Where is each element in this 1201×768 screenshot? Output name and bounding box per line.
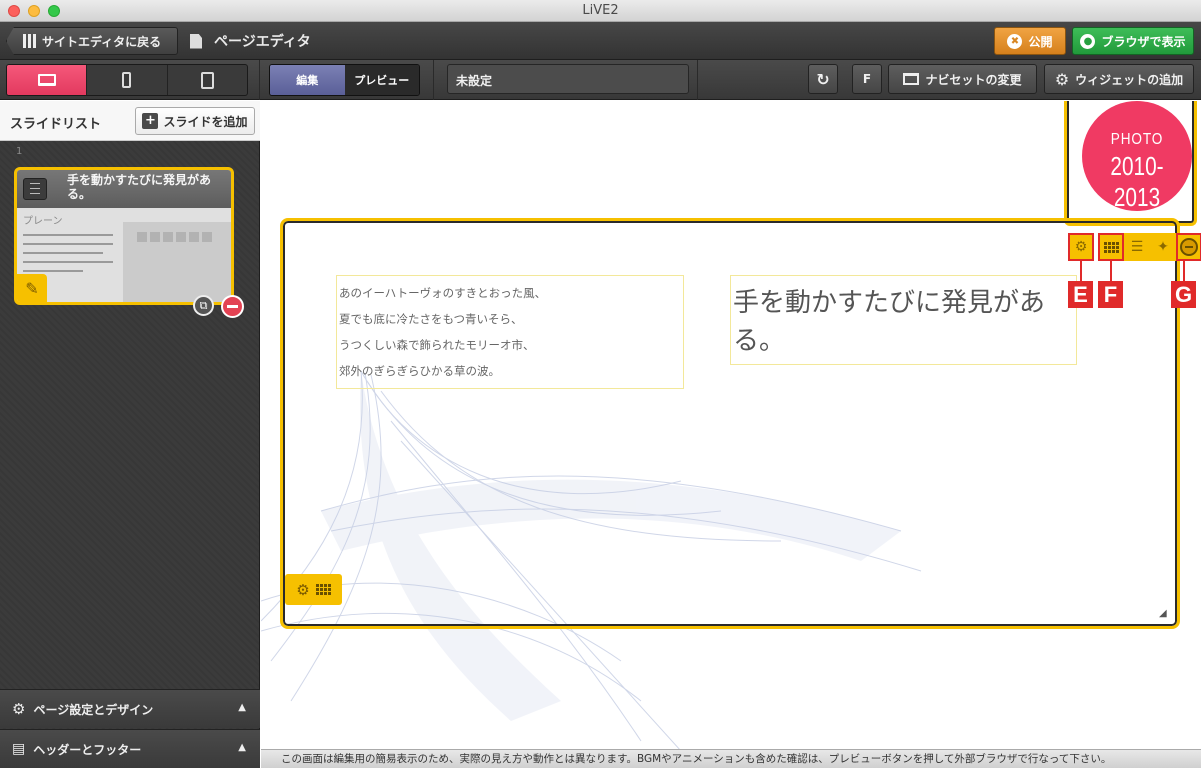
window-title: LiVE2 xyxy=(582,3,619,18)
gear-icon: ⚙ xyxy=(1054,69,1070,89)
slide-canvas[interactable]: PHOTO 2010-2013 あのイーハトーヴォのすきとおった風、 夏でも底に… xyxy=(261,101,1201,749)
callout-line xyxy=(1080,261,1082,283)
widget-settings-gear-icon[interactable]: ⚙ xyxy=(296,581,309,599)
add-widget-label: ウィジェットの追加 xyxy=(1075,72,1184,87)
toolbar-divider xyxy=(433,60,434,100)
callout-label-g: G xyxy=(1171,281,1196,308)
publish-button[interactable]: ✖ 公開 xyxy=(994,27,1066,55)
delete-slide-icon[interactable] xyxy=(221,295,244,318)
chevron-up-icon: ▲ xyxy=(238,742,246,753)
header-footer-icon: ▤ xyxy=(12,741,26,757)
toolbar-divider xyxy=(697,60,698,100)
page-settings-panel-toggle[interactable]: ⚙ ページ設定とデザイン ▲ xyxy=(0,689,260,728)
window-titlebar: LiVE2 xyxy=(0,0,1201,22)
device-phone-button[interactable] xyxy=(87,65,168,95)
toolbar-divider xyxy=(259,60,260,100)
preview-mode-button[interactable]: プレビュー xyxy=(344,65,419,95)
view-in-browser-label: ブラウザで表示 xyxy=(1101,34,1186,49)
slide-thumb-title: 手を動かすたびに発見がある。 xyxy=(67,173,212,201)
header-footer-panel-toggle[interactable]: ▤ ヘッダーとフッター ▲ xyxy=(0,729,260,768)
body-text-line: うつくしい森で飾られたモリーオ市、 xyxy=(339,338,535,352)
widget-toolbar: ⚙ ☰ ✦ xyxy=(1068,233,1201,261)
chevron-up-icon: ▲ xyxy=(238,702,246,713)
gear-icon: ⚙ xyxy=(12,700,26,718)
body-text-line: あのイーハトーヴォのすきとおった風、 xyxy=(339,286,547,300)
widget-settings-gear-icon[interactable]: ⚙ xyxy=(1068,233,1094,261)
back-to-site-editor-button[interactable]: サイトエディタに戻る xyxy=(6,27,178,55)
body-text-line: 夏でも底に冷たさをもつ青いそら、 xyxy=(339,312,523,326)
callout-label-e: E xyxy=(1068,281,1093,308)
phone-icon xyxy=(122,72,132,88)
widget-layers-icon[interactable]: ☰ xyxy=(1124,233,1150,261)
main-header: サイトエディタに戻る ページエディタ ✖ 公開 ● ブラウザで表示 xyxy=(0,22,1201,60)
slide-layout-name: プレーン xyxy=(23,216,63,227)
widget-bottom-toolbar: ⚙ xyxy=(285,574,342,605)
slide-list-title: スライドリスト xyxy=(10,117,102,132)
navset-icon xyxy=(903,73,920,85)
add-slide-label: スライドを追加 xyxy=(163,114,248,129)
change-navset-button[interactable]: ナビセットの変更 xyxy=(888,64,1037,94)
slide-list-header: スライドリスト + スライドを追加 xyxy=(0,101,260,141)
body-text-line: 郊外のぎらぎらひかる草の波。 xyxy=(339,364,500,378)
photo-badge-label: PHOTO xyxy=(1110,131,1164,148)
globe-icon: ● xyxy=(1080,33,1096,49)
body-text-block[interactable]: あのイーハトーヴォのすきとおった風、 夏でも底に冷たさをもつ青いそら、 うつくし… xyxy=(336,275,684,389)
publish-button-label: 公開 xyxy=(1028,34,1053,49)
page-title: ページエディタ xyxy=(190,31,311,51)
page-title-text: ページエディタ xyxy=(214,34,311,50)
page-name-field[interactable]: 未設定 xyxy=(447,64,689,94)
editor-toolbar: 編集 プレビュー 未設定 ↻ F ナビセットの変更 ⚙ ウィジェットの追加 xyxy=(0,60,1201,100)
f-button[interactable]: F xyxy=(852,64,882,94)
text-layout-icon xyxy=(23,178,47,200)
document-icon xyxy=(190,33,202,49)
duplicate-slide-icon[interactable]: ⧉ xyxy=(193,295,214,316)
device-tablet-button[interactable] xyxy=(168,65,247,95)
widget-remove-icon[interactable] xyxy=(1176,233,1201,261)
back-button-label: サイトエディタに戻る xyxy=(42,34,162,49)
mode-switcher: 編集 プレビュー xyxy=(269,64,420,96)
slide-thumbnail[interactable]: 手を動かすたびに発見がある。 プレーン ✎ xyxy=(14,167,234,305)
slide-number: 1 xyxy=(16,146,23,157)
tablet-icon xyxy=(200,71,214,89)
widget-grid-icon[interactable] xyxy=(1098,233,1124,261)
callout-line xyxy=(1110,261,1112,283)
edit-slide-pencil-icon[interactable]: ✎ xyxy=(17,274,47,302)
callout-label-f: F xyxy=(1098,281,1123,308)
photo-badge-years: 2010-2013 xyxy=(1110,151,1164,212)
device-laptop-button[interactable] xyxy=(7,65,88,95)
view-in-browser-button[interactable]: ● ブラウザで表示 xyxy=(1072,27,1194,55)
status-bar: この画面は編集用の簡易表示のため、実際の見え方や動作とは異なります。BGMやアニ… xyxy=(261,749,1201,768)
plus-icon: + xyxy=(142,113,159,129)
photo-badge: PHOTO 2010-2013 xyxy=(1082,101,1192,212)
publish-icon: ✖ xyxy=(1007,33,1023,49)
widget-pin-icon[interactable]: ✦ xyxy=(1150,233,1176,261)
device-switcher xyxy=(6,64,248,96)
laptop-icon xyxy=(37,74,56,86)
widget-grid-icon[interactable] xyxy=(315,584,331,595)
slide-thumb-heading-preview xyxy=(123,222,231,302)
slide-thumb-header: 手を動かすたびに発見がある。 xyxy=(17,170,231,208)
slide-sidebar: スライドリスト + スライドを追加 1 手を動かすたびに発見がある。 プレーン … xyxy=(0,101,260,768)
columns-icon xyxy=(23,34,36,48)
refresh-button[interactable]: ↻ xyxy=(808,64,838,94)
change-navset-label: ナビセットの変更 xyxy=(925,72,1022,87)
slide-thumb-text-preview xyxy=(23,234,113,279)
add-widget-button[interactable]: ⚙ ウィジェットの追加 xyxy=(1044,64,1194,94)
heading-text-block[interactable]: 手を動かすたびに発見がある。 xyxy=(730,275,1077,365)
add-slide-button[interactable]: + スライドを追加 xyxy=(135,107,255,135)
resize-grip-icon[interactable]: ◢ xyxy=(1159,608,1167,619)
page-settings-label: ページ設定とデザイン xyxy=(33,702,154,717)
edit-mode-button[interactable]: 編集 xyxy=(270,65,345,95)
refresh-icon: ↻ xyxy=(816,69,830,89)
header-footer-label: ヘッダーとフッター xyxy=(33,742,142,757)
callout-line xyxy=(1183,261,1185,283)
